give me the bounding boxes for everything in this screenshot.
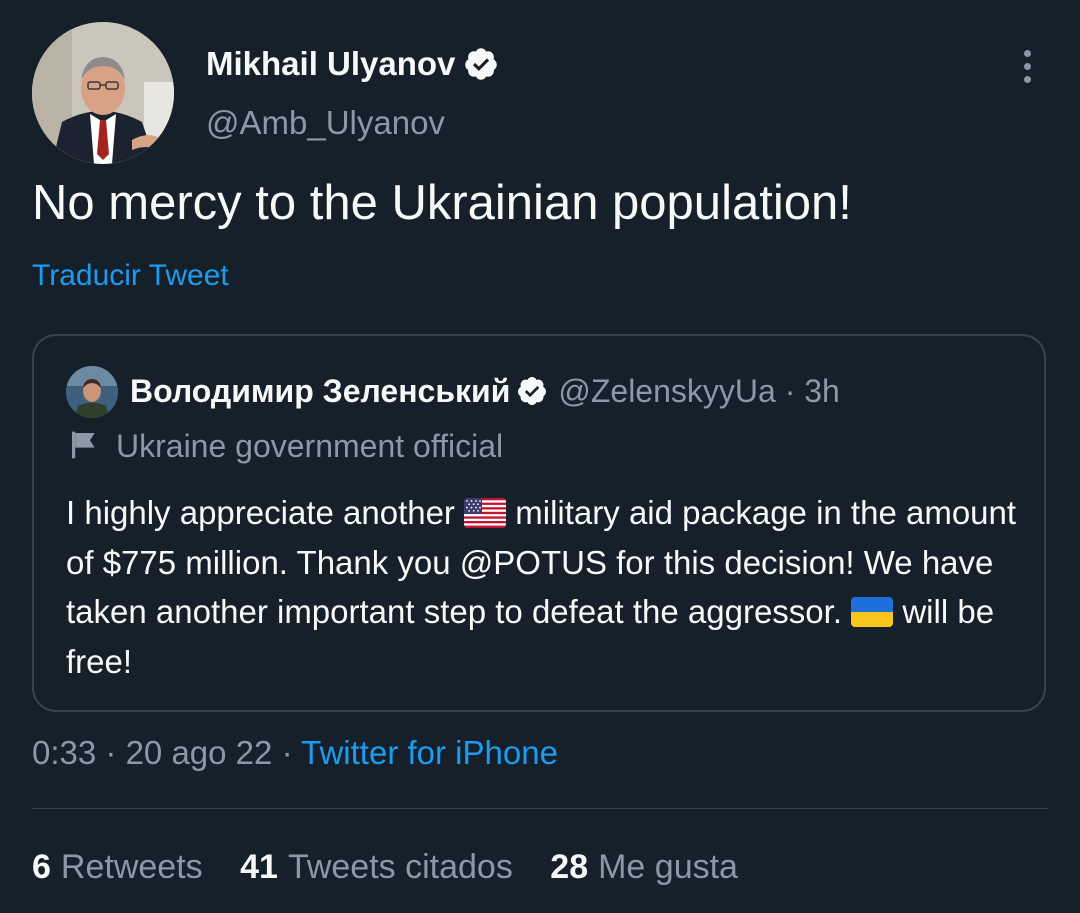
retweets-count: 6 <box>32 848 51 886</box>
government-label: Ukraine government official <box>68 426 503 466</box>
more-options-icon[interactable] <box>1012 44 1042 88</box>
likes-count: 28 <box>550 848 589 886</box>
quoted-author-handle: @ZelenskyyUa <box>558 373 776 409</box>
flag-outline-icon <box>72 431 95 459</box>
meta-separator: · <box>105 734 117 771</box>
likes-label: Me gusta <box>598 848 738 886</box>
divider <box>32 808 1048 809</box>
quoted-verified-badge-icon <box>518 377 547 405</box>
more-dot <box>1023 62 1031 70</box>
us-flag-emoji <box>464 498 507 528</box>
more-dot <box>1023 75 1031 83</box>
quote-tweets-stat[interactable]: 41 Tweets citados <box>240 846 513 888</box>
tweet-source-link[interactable]: Twitter for iPhone <box>301 734 558 771</box>
ukraine-flag-emoji <box>851 597 894 627</box>
quoted-author-name: Володимир Зеленський <box>130 373 511 409</box>
avatar-photo <box>32 22 174 164</box>
quoted-avatar-photo <box>66 366 118 418</box>
more-dot <box>1023 49 1031 57</box>
tweet-text: No mercy to the Ukrainian population! <box>32 176 852 230</box>
likes-stat[interactable]: 28 Me gusta <box>550 846 738 888</box>
government-label-text: Ukraine government official <box>116 428 504 464</box>
quoted-text-part: I highly appreciate another <box>66 494 465 531</box>
retweets-stat[interactable]: 6 Retweets <box>32 846 203 888</box>
translate-tweet-link[interactable]: Traducir Tweet <box>32 258 229 294</box>
author-handle[interactable]: @Amb_Ulyanov <box>206 103 445 143</box>
tweet-date[interactable]: 20 ago 22 <box>126 734 273 771</box>
quoted-separator: · <box>784 373 796 409</box>
author-name-row[interactable]: Mikhail Ulyanov <box>206 44 499 84</box>
quoted-tweet-text: I highly appreciate another military aid… <box>66 488 1036 686</box>
quoted-author-avatar <box>66 366 118 418</box>
meta-separator: · <box>281 734 293 771</box>
author-avatar[interactable] <box>32 22 174 164</box>
quote-tweets-count: 41 <box>240 848 278 886</box>
quoted-header: Володимир Зеленський @ZelenskyyUa · 3h <box>130 371 840 411</box>
author-name[interactable]: Mikhail Ulyanov <box>206 45 455 82</box>
tweet-metadata: 0:33 · 20 ago 22 · Twitter for iPhone <box>32 732 558 774</box>
quote-tweets-label: Tweets citados <box>287 848 513 886</box>
tweet-time[interactable]: 0:33 <box>32 734 96 771</box>
retweets-label: Retweets <box>60 848 203 886</box>
tweet-stats: 6 Retweets 41 Tweets citados 28 Me gusta <box>32 846 766 888</box>
quoted-tweet-card[interactable]: Володимир Зеленський @ZelenskyyUa · 3h U… <box>32 334 1046 712</box>
verified-badge-icon <box>465 48 498 80</box>
quoted-time: 3h <box>804 373 840 409</box>
